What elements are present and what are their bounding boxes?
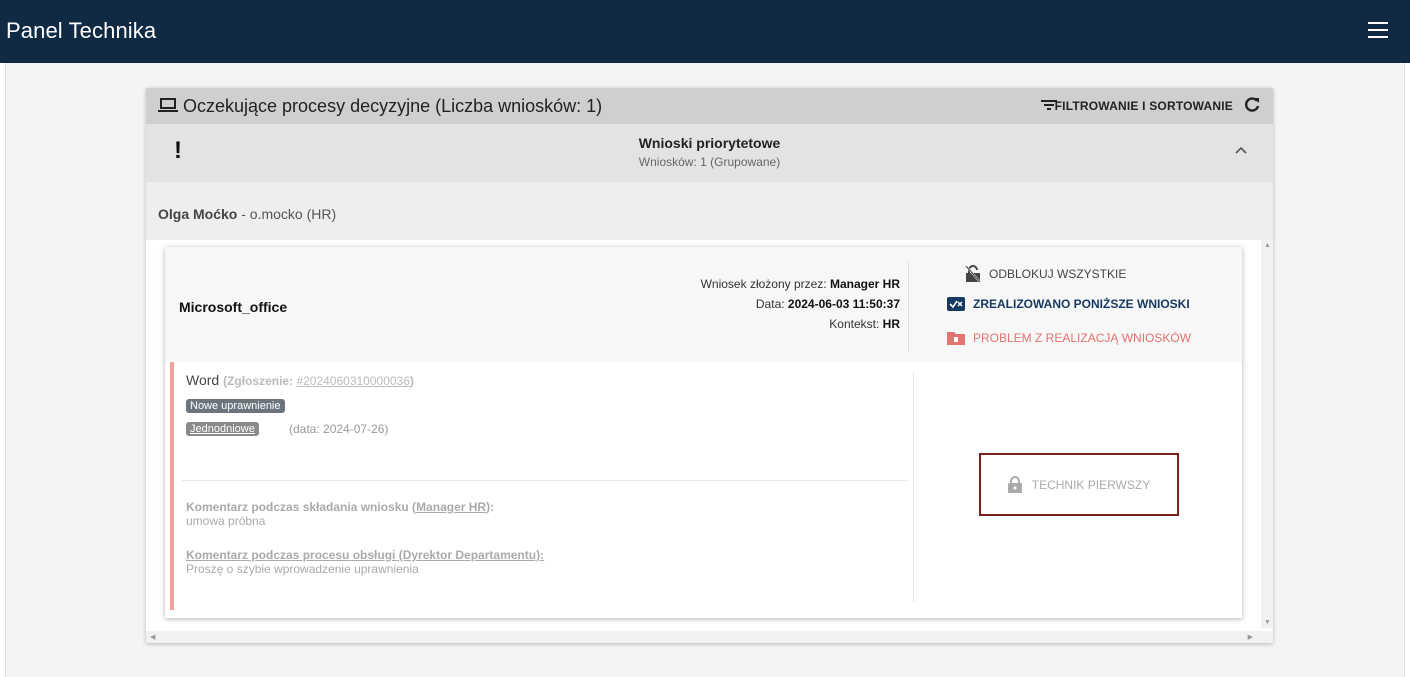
ticket-ref: (Zgłoszenie: #2024060310000036) [223, 374, 414, 388]
vertical-scrollbar[interactable]: ▲ ▼ [1261, 240, 1273, 628]
unlock-all-button[interactable]: ODBLOKUJ WSZYSTKIE [965, 265, 1126, 283]
comment-text-submission: umowa próbna [186, 514, 266, 528]
duration-badge[interactable]: Jednodniowe [186, 422, 259, 436]
mark-done-label: ZREALIZOWANO PONIŻSZE WNIOSKI [973, 297, 1190, 311]
request-meta: Wniosek złożony przez: Manager HR Data: … [701, 274, 900, 334]
comment-title-processing: Komentarz podczas procesu obsługi (Dyrek… [186, 548, 545, 562]
requests-scroll-area: Microsoft_office Wniosek złożony przez: … [146, 240, 1273, 643]
scroll-left-icon[interactable]: ◀ [150, 633, 155, 641]
refresh-icon[interactable] [1243, 96, 1261, 114]
priority-group-header[interactable]: ! Wnioski priorytetowe Wniosków: 1 (Grup… [146, 124, 1273, 182]
lock-icon [1007, 476, 1022, 493]
item-title: Word (Zgłoszenie: #2024060310000036) [186, 372, 414, 388]
user-row: Olga Moćko - o.mocko (HR) [158, 206, 336, 222]
comment1-author: Manager HR [416, 500, 487, 514]
scroll-right-icon[interactable]: ▶ [1248, 633, 1253, 641]
context-value: HR [882, 317, 900, 331]
context-label: Kontekst: [829, 317, 883, 331]
comment-title-submission: Komentarz podczas składania wniosku (Man… [186, 500, 494, 514]
ticket-label: (Zgłoszenie: [223, 374, 297, 388]
app-title: Panel Technika [6, 18, 157, 43]
request-item: Word (Zgłoszenie: #2024060310000036) Now… [170, 362, 1237, 610]
folder-problem-icon [947, 332, 965, 345]
check-done-icon [947, 297, 965, 311]
request-name: Microsoft_office [179, 299, 288, 315]
first-technician-button[interactable]: TECHNIK PIERWSZY [979, 453, 1179, 516]
user-login: - o.mocko (HR) [237, 206, 337, 222]
divider [913, 372, 914, 602]
panel-title: Oczekujące procesy decyzyjne (Liczba wni… [183, 96, 603, 116]
date-label: Data: [755, 297, 788, 311]
scroll-up-icon[interactable]: ▲ [1264, 242, 1271, 249]
comment1-title-pre: Komentarz podczas składania wniosku ( [186, 500, 417, 514]
divider [182, 480, 907, 481]
comment-text-processing: Proszę o szybie wprowadzenie uprawnienia [186, 562, 419, 576]
comment1-title-post: ): [486, 500, 495, 514]
filter-sort-button[interactable]: FILTROWANIE I SORTOWANIE [1055, 99, 1233, 113]
permission-type-badge: Nowe uprawnienie [186, 399, 285, 413]
horizontal-scrollbar[interactable]: ◀ ▶ [146, 631, 1273, 643]
date-value: 2024-06-03 11:50:37 [787, 297, 900, 311]
ticket-link[interactable]: #2024060310000036 [296, 374, 409, 388]
group-title: Wnioski priorytetowe [638, 135, 781, 151]
scroll-down-icon[interactable]: ▼ [1264, 619, 1271, 626]
report-problem-label: PROBLEM Z REALIZACJĄ WNIOSKÓW [973, 330, 1192, 345]
ticket-close: ) [409, 374, 414, 388]
request-card: Microsoft_office Wniosek złożony przez: … [165, 247, 1242, 618]
hamburger-menu-icon[interactable] [1368, 22, 1388, 38]
unlock-all-label: ODBLOKUJ WSZYSTKIE [989, 267, 1127, 281]
panel-header: Oczekujące procesy decyzyjne (Liczba wni… [146, 88, 1273, 124]
main-content: Oczekujące procesy decyzyjne (Liczba wni… [5, 63, 1405, 677]
mark-done-button[interactable]: ZREALIZOWANO PONIŻSZE WNIOSKI [947, 297, 1190, 311]
laptop-icon [158, 98, 178, 112]
submitted-by-value: Manager HR [829, 277, 900, 291]
submitted-by-label: Wniosek złożony przez: [700, 277, 830, 291]
item-name: Word [186, 372, 220, 388]
duration-date: (data: 2024-07-26) [289, 422, 389, 436]
chevron-up-icon[interactable] [1235, 146, 1247, 154]
first-technician-label: TECHNIK PIERWSZY [1031, 477, 1151, 492]
user-name: Olga Moćko [158, 206, 238, 222]
top-app-bar: Panel Technika [0, 0, 1410, 63]
lock-open-icon [965, 265, 981, 283]
request-header: Microsoft_office Wniosek złożony przez: … [165, 247, 1242, 362]
divider [908, 261, 909, 351]
group-subtitle: Wniosków: 1 (Grupowane) [638, 155, 781, 169]
report-problem-button[interactable]: PROBLEM Z REALIZACJĄ WNIOSKÓW [947, 330, 1191, 345]
pending-processes-panel: Oczekujące procesy decyzyjne (Liczba wni… [146, 88, 1273, 643]
